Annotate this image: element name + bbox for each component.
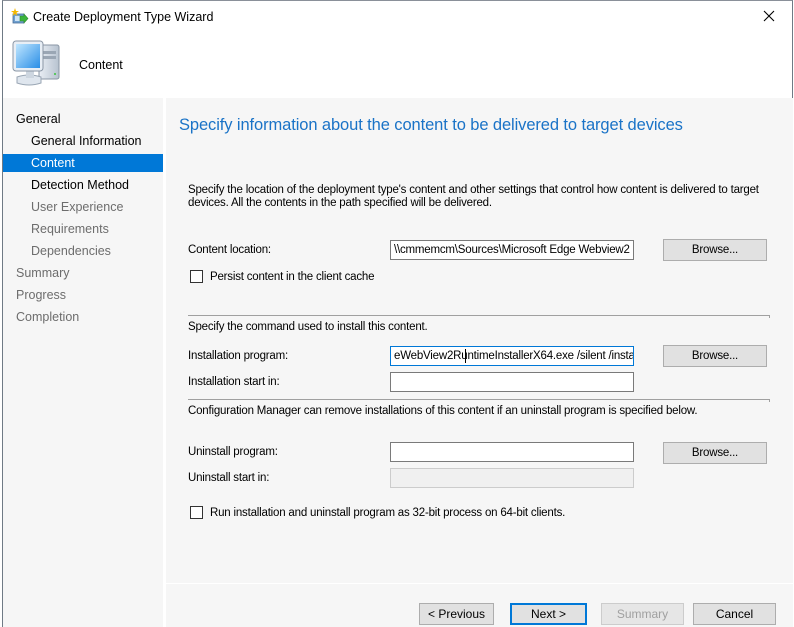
page-header: Content [3, 33, 792, 97]
wizard-window: Create Deployment Type Wizard Content Ge… [2, 0, 793, 627]
run-32bit-checkbox-row[interactable]: Run installation and uninstall program a… [190, 506, 565, 519]
run-32bit-label: Run installation and uninstall program a… [210, 506, 566, 519]
nav-label: User Experience [31, 200, 124, 214]
nav-label: Content [31, 156, 75, 170]
nav-label: Dependencies [31, 244, 111, 258]
wizard-steps-nav: General General Information Content Dete… [3, 98, 163, 627]
nav-item-requirements[interactable]: Requirements [3, 220, 163, 238]
nav-item-general-information[interactable]: General Information [3, 132, 163, 150]
uninstall-section-text: Configuration Manager can remove install… [188, 405, 698, 417]
installation-start-in-label: Installation start in: [188, 376, 280, 388]
summary-button: Summary [601, 603, 684, 625]
window-title: Create Deployment Type Wizard [33, 10, 214, 24]
nav-label: Summary [16, 266, 70, 280]
cancel-button[interactable]: Cancel [693, 603, 776, 625]
nav-item-detection-method[interactable]: Detection Method [3, 176, 163, 194]
next-button[interactable]: Next > [510, 603, 587, 625]
uninstall-program-label: Uninstall program: [188, 446, 278, 458]
nav-label: General [16, 112, 61, 126]
nav-item-general[interactable]: General [3, 110, 163, 128]
page-title: Content [79, 58, 123, 72]
section-heading: Specify information about the content to… [179, 116, 683, 134]
content-location-browse-button[interactable]: Browse... [663, 239, 767, 261]
install-section-text: Specify the command used to install this… [188, 321, 428, 333]
nav-item-content[interactable]: Content [3, 154, 163, 172]
section-divider [188, 399, 770, 402]
content-panel: Specify information about the content to… [166, 98, 793, 627]
nav-label: General Information [31, 134, 142, 148]
nav-label: Progress [16, 288, 67, 302]
nav-item-dependencies[interactable]: Dependencies [3, 242, 163, 260]
nav-label: Completion [16, 310, 80, 324]
persist-cache-label: Persist content in the client cache [210, 270, 375, 283]
content-location-input[interactable]: \\cmmemcm\Sources\Microsoft Edge Webview… [390, 240, 634, 260]
uninstall-start-in-label: Uninstall start in: [188, 472, 270, 484]
nav-item-completion[interactable]: Completion [3, 308, 163, 326]
close-button[interactable] [746, 1, 792, 33]
nav-item-user-experience[interactable]: User Experience [3, 198, 163, 216]
computer-icon [9, 39, 65, 91]
text-cursor [465, 349, 466, 363]
title-bar: Create Deployment Type Wizard [3, 1, 792, 33]
wizard-icon [11, 8, 29, 26]
footer-divider [166, 583, 793, 584]
close-icon [763, 10, 775, 25]
section-divider [188, 315, 770, 318]
uninstall-start-in-input [390, 468, 634, 488]
description-text: Specify the location of the deployment t… [188, 184, 759, 209]
installation-program-label: Installation program: [188, 350, 288, 362]
installation-start-in-input[interactable] [390, 372, 634, 392]
installation-program-browse-button[interactable]: Browse... [663, 345, 767, 367]
persist-cache-checkbox[interactable] [190, 270, 203, 283]
content-location-label: Content location: [188, 244, 271, 256]
nav-item-summary[interactable]: Summary [3, 264, 163, 282]
persist-cache-checkbox-row[interactable]: Persist content in the client cache [190, 270, 375, 283]
nav-item-progress[interactable]: Progress [3, 286, 163, 304]
previous-button[interactable]: < Previous [419, 603, 494, 625]
nav-label: Detection Method [31, 178, 129, 192]
uninstall-program-input[interactable] [390, 442, 634, 462]
uninstall-program-browse-button[interactable]: Browse... [663, 442, 767, 464]
nav-label: Requirements [31, 222, 109, 236]
run-32bit-checkbox[interactable] [190, 506, 203, 519]
installation-program-input[interactable]: eWebView2RuntimeInstallerX64.exe /silent… [390, 346, 634, 366]
